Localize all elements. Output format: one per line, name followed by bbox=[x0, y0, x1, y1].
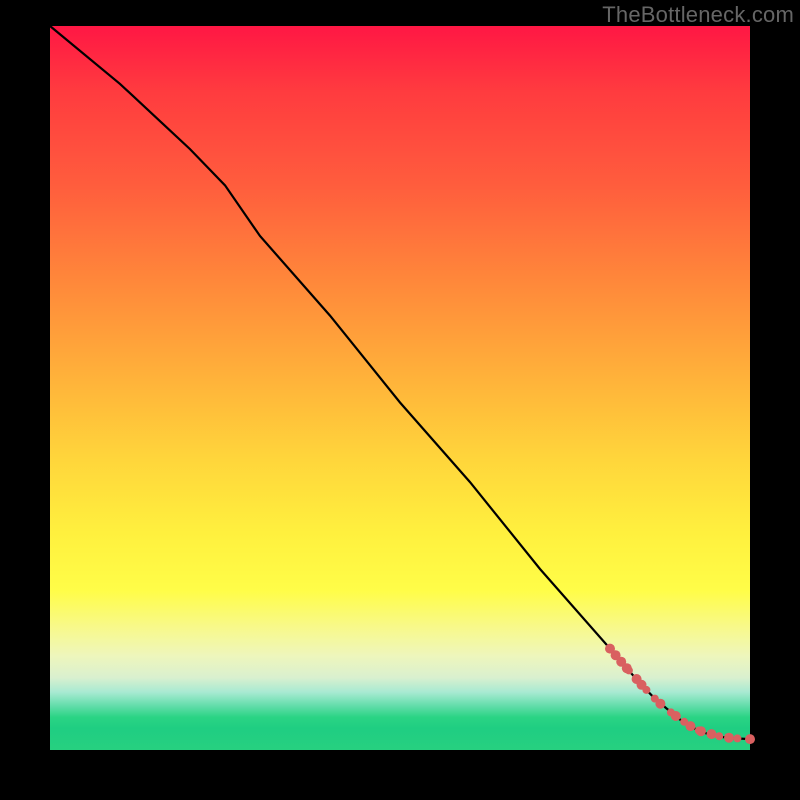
data-point bbox=[724, 733, 734, 743]
data-point bbox=[642, 686, 650, 694]
data-point bbox=[715, 732, 723, 740]
chart-line bbox=[50, 26, 750, 739]
data-point bbox=[655, 699, 665, 709]
chart-dots bbox=[605, 644, 755, 745]
data-point bbox=[707, 729, 717, 739]
data-point bbox=[625, 666, 633, 674]
data-point bbox=[733, 734, 741, 742]
data-point bbox=[671, 711, 681, 721]
data-point bbox=[745, 734, 755, 744]
chart-overlay bbox=[50, 26, 750, 750]
data-point bbox=[686, 721, 696, 731]
chart-frame: TheBottleneck.com bbox=[0, 0, 800, 800]
data-point bbox=[696, 726, 706, 736]
watermark-text: TheBottleneck.com bbox=[602, 2, 794, 28]
